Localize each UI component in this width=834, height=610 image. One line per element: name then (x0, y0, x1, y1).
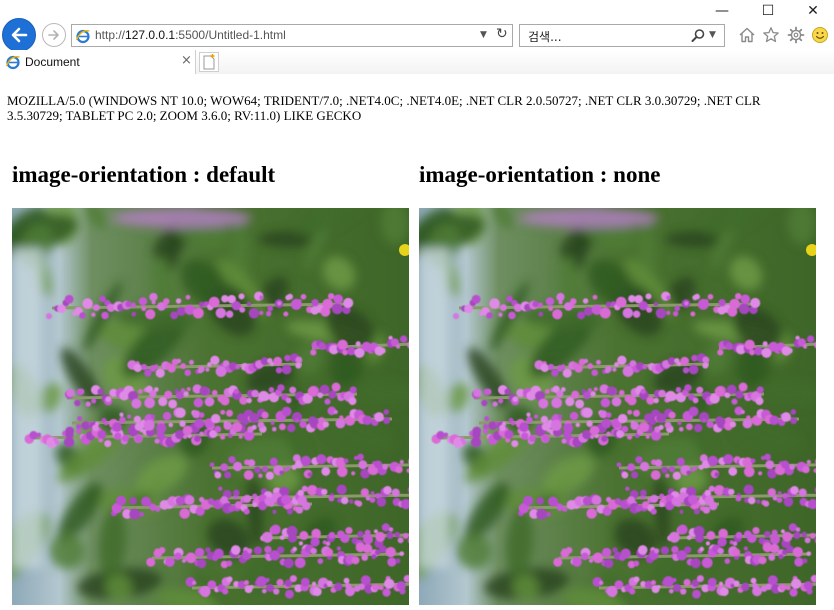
gear-icon (787, 26, 805, 44)
tab-document[interactable]: Document × (0, 50, 196, 74)
address-prefix: http:// (95, 28, 126, 42)
minimize-icon: — (715, 3, 729, 19)
forward-arrow-icon (48, 30, 59, 40)
ie-page-icon (75, 29, 90, 44)
address-path: :5500/Untitled-1.html (175, 28, 286, 42)
home-button[interactable] (737, 25, 757, 45)
maximize-icon: ☐ (761, 3, 775, 19)
new-tab-icon (203, 54, 215, 70)
heading-orientation-default: image-orientation : default (12, 162, 276, 187)
close-window-button[interactable]: ✕ (790, 0, 834, 22)
flower-photo-default (12, 208, 409, 605)
search-icon[interactable] (690, 28, 706, 44)
home-icon (739, 27, 755, 43)
heading-orientation-none: image-orientation : none (419, 162, 661, 187)
ie-page-icon (5, 55, 20, 70)
favorites-button[interactable] (761, 25, 781, 45)
star-icon (763, 27, 779, 43)
address-host: 127.0.0.1 (125, 28, 176, 42)
browser-chrome: — ☐ ✕ http://127.0.0.1:5500/Untitled-1.h… (0, 0, 834, 78)
flower-photo-illustration (12, 208, 409, 605)
minimize-button[interactable]: — (699, 0, 745, 22)
back-arrow-icon (11, 27, 28, 43)
forward-button[interactable] (42, 23, 66, 47)
user-agent-text: MOZILLA/5.0 (WINDOWS NT 10.0; WOW64; TRI… (7, 93, 761, 123)
search-provider-dropdown[interactable]: ▼ (709, 30, 716, 40)
new-tab-button[interactable] (199, 52, 219, 72)
flower-photo-illustration (419, 208, 816, 605)
tools-button[interactable] (786, 25, 806, 45)
tab-title: Document (25, 55, 80, 69)
search-box[interactable]: 검색... ▼ (519, 24, 725, 47)
back-button[interactable] (2, 18, 36, 52)
address-bar[interactable]: http://127.0.0.1:5500/Untitled-1.html ▼ … (71, 24, 513, 47)
refresh-button[interactable]: ↻ (496, 26, 508, 42)
close-icon: ✕ (807, 3, 819, 19)
page-content: MOZILLA/5.0 (WINDOWS NT 10.0; WOW64; TRI… (0, 78, 834, 610)
tab-close-button[interactable]: × (181, 53, 192, 68)
smiley-icon (812, 27, 828, 43)
feedback-button[interactable] (810, 25, 830, 45)
address-url[interactable]: http://127.0.0.1:5500/Untitled-1.html (95, 28, 286, 42)
address-dropdown-button[interactable]: ▼ (480, 30, 487, 40)
tab-strip: Document × (0, 50, 834, 74)
maximize-button[interactable]: ☐ (745, 0, 791, 22)
flower-photo-none (419, 208, 816, 605)
search-input[interactable]: 검색... (528, 28, 562, 45)
